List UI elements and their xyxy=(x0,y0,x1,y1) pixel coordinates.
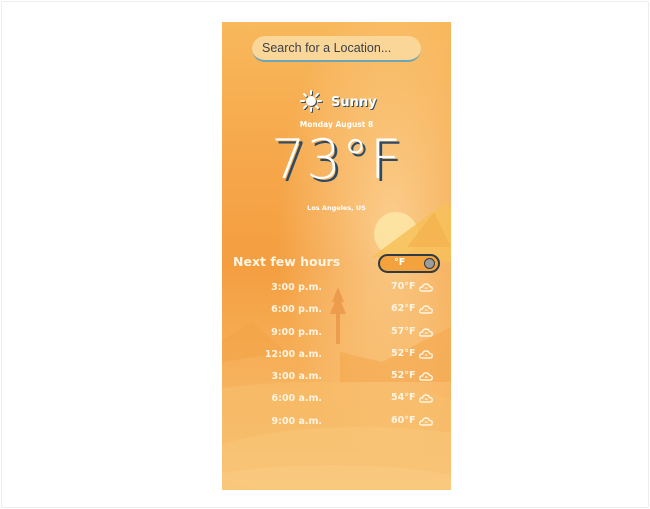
forecast-temp: 57°F xyxy=(391,325,416,337)
forecast-temp: 62°F xyxy=(391,303,416,315)
forecast-temp: 60°F xyxy=(391,414,416,426)
forecast-temp: 70°F xyxy=(391,281,416,292)
toggle-knob[interactable] xyxy=(424,258,435,269)
forecast-row: 12:00 a.m. 52°F xyxy=(222,346,451,368)
forecast-time: 3:00 a.m. xyxy=(271,371,322,383)
cloud-icon xyxy=(419,372,433,381)
sun-icon xyxy=(300,90,323,113)
forecast-row: 6:00 a.m. 54°F xyxy=(222,390,451,412)
condition-label: Sunny xyxy=(331,94,377,110)
cloud-icon xyxy=(419,417,433,426)
search-placeholder: Search for a Location... xyxy=(262,41,392,55)
forecast-row: 3:00 p.m. 70°F xyxy=(222,279,451,301)
forecast-title: Next few hours xyxy=(233,254,341,269)
forecast-time: 9:00 a.m. xyxy=(271,415,322,427)
forecast-temp: 52°F xyxy=(391,347,416,359)
cloud-icon xyxy=(419,283,433,292)
search-input[interactable]: Search for a Location... xyxy=(252,36,421,62)
cloud-icon xyxy=(419,327,433,337)
cloud-icon xyxy=(419,350,433,359)
forecast-row: 3:00 a.m. 52°F xyxy=(222,368,451,390)
unit-toggle-label: °F xyxy=(394,257,406,268)
forecast-time: 3:00 p.m. xyxy=(271,282,322,293)
forecast-time: 12:00 a.m. xyxy=(264,348,322,360)
weather-app: Search for a Location... Sunny Monday Au… xyxy=(222,22,451,490)
forecast-temp: 54°F xyxy=(391,392,416,404)
current-condition: Sunny xyxy=(298,90,377,113)
unit-toggle[interactable]: °F xyxy=(378,254,440,273)
current-temperature: 73°F xyxy=(271,128,402,191)
forecast-time: 9:00 p.m. xyxy=(271,326,322,338)
current-location: Los Angeles, US xyxy=(307,204,366,212)
cloud-icon xyxy=(419,394,433,404)
hourly-forecast-list: 3:00 p.m. 70°F 6:00 p.m. 62°F 9:00 p.m. … xyxy=(222,279,451,435)
forecast-time: 6:00 a.m. xyxy=(271,393,322,405)
cloud-icon xyxy=(419,305,433,314)
forecast-row: 6:00 p.m. 62°F xyxy=(222,301,451,323)
forecast-row: 9:00 a.m. 60°F xyxy=(222,413,451,435)
forecast-temp: 52°F xyxy=(391,370,416,382)
forecast-time: 6:00 p.m. xyxy=(271,304,322,316)
forecast-row: 9:00 p.m. 57°F xyxy=(222,324,451,346)
